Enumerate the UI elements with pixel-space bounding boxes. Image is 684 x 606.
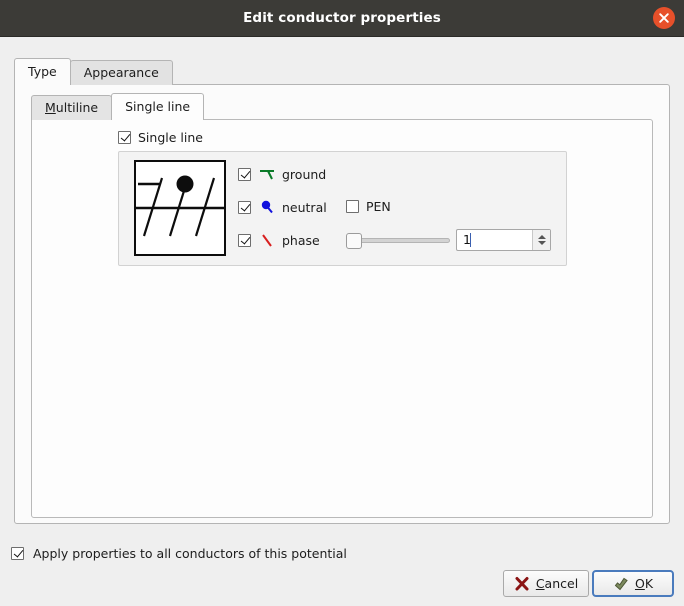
slider-handle[interactable] — [346, 233, 362, 249]
ground-symbol-icon — [259, 167, 276, 181]
cancel-button[interactable]: Cancel — [503, 570, 589, 597]
outer-tab-strip: Type Appearance — [14, 58, 173, 85]
tab-type[interactable]: Type — [14, 58, 71, 85]
conductor-row-neutral[interactable]: neutral — [238, 200, 327, 214]
tab-multiline-mnemonic: M — [45, 100, 56, 115]
tab-single-line-label: Single line — [125, 99, 191, 114]
apply-to-all-label: Apply properties to all conductors of th… — [33, 546, 347, 561]
tab-appearance[interactable]: Appearance — [69, 60, 173, 85]
ok-arrow-icon — [613, 576, 629, 592]
conductor-row-phase[interactable]: phase — [238, 233, 320, 247]
cancel-x-icon — [514, 576, 530, 592]
single-line-preview — [134, 160, 226, 256]
pen-label: PEN — [366, 199, 391, 214]
phase-checkbox[interactable] — [238, 233, 251, 247]
phase-label: phase — [282, 232, 320, 248]
single-line-label: Single line — [138, 130, 203, 145]
inner-tab-strip: Multiline Single line — [31, 93, 205, 120]
close-icon — [659, 13, 669, 23]
pen-checkbox-row[interactable]: PEN — [346, 200, 391, 213]
tab-multiline[interactable]: Multiline — [31, 95, 113, 120]
single-line-checkbox[interactable] — [118, 131, 131, 144]
spinbox-up-icon[interactable] — [537, 235, 546, 239]
ground-checkbox[interactable] — [238, 167, 251, 181]
spinbox-stepper[interactable] — [532, 230, 550, 250]
tab-multiline-label: ultiline — [55, 100, 99, 115]
pen-checkbox[interactable] — [346, 200, 359, 213]
single-line-preview-drawing — [136, 175, 224, 237]
window-title: Edit conductor properties — [243, 10, 441, 26]
ok-mnemonic: O — [634, 576, 645, 591]
ground-label: ground — [282, 166, 327, 182]
cancel-mnemonic: C — [535, 576, 545, 591]
phase-count-spinbox[interactable]: 1 — [456, 229, 551, 251]
tab-type-label: Type — [28, 64, 57, 79]
phase-symbol-icon — [259, 233, 276, 247]
phase-count-value[interactable]: 1 — [457, 230, 532, 250]
neutral-symbol-icon — [259, 200, 276, 214]
neutral-label: neutral — [282, 199, 327, 215]
title-bar: Edit conductor properties — [0, 0, 684, 37]
tab-single-line[interactable]: Single line — [111, 93, 205, 120]
cancel-label: Cancel — [535, 576, 579, 591]
spinbox-down-icon[interactable] — [537, 241, 546, 245]
ok-button[interactable]: OK — [592, 570, 674, 597]
apply-to-all-checkbox[interactable] — [11, 547, 24, 560]
conductor-row-ground[interactable]: ground — [238, 167, 326, 181]
single-line-checkbox-row[interactable]: Single line — [118, 131, 203, 144]
tab-appearance-label: Appearance — [83, 65, 159, 80]
apply-to-all-row[interactable]: Apply properties to all conductors of th… — [11, 547, 347, 560]
neutral-checkbox[interactable] — [238, 200, 251, 214]
slider-groove — [356, 238, 450, 243]
close-window-button[interactable] — [653, 7, 675, 29]
ok-label: OK — [634, 576, 654, 591]
phase-count-slider[interactable] — [346, 232, 450, 250]
